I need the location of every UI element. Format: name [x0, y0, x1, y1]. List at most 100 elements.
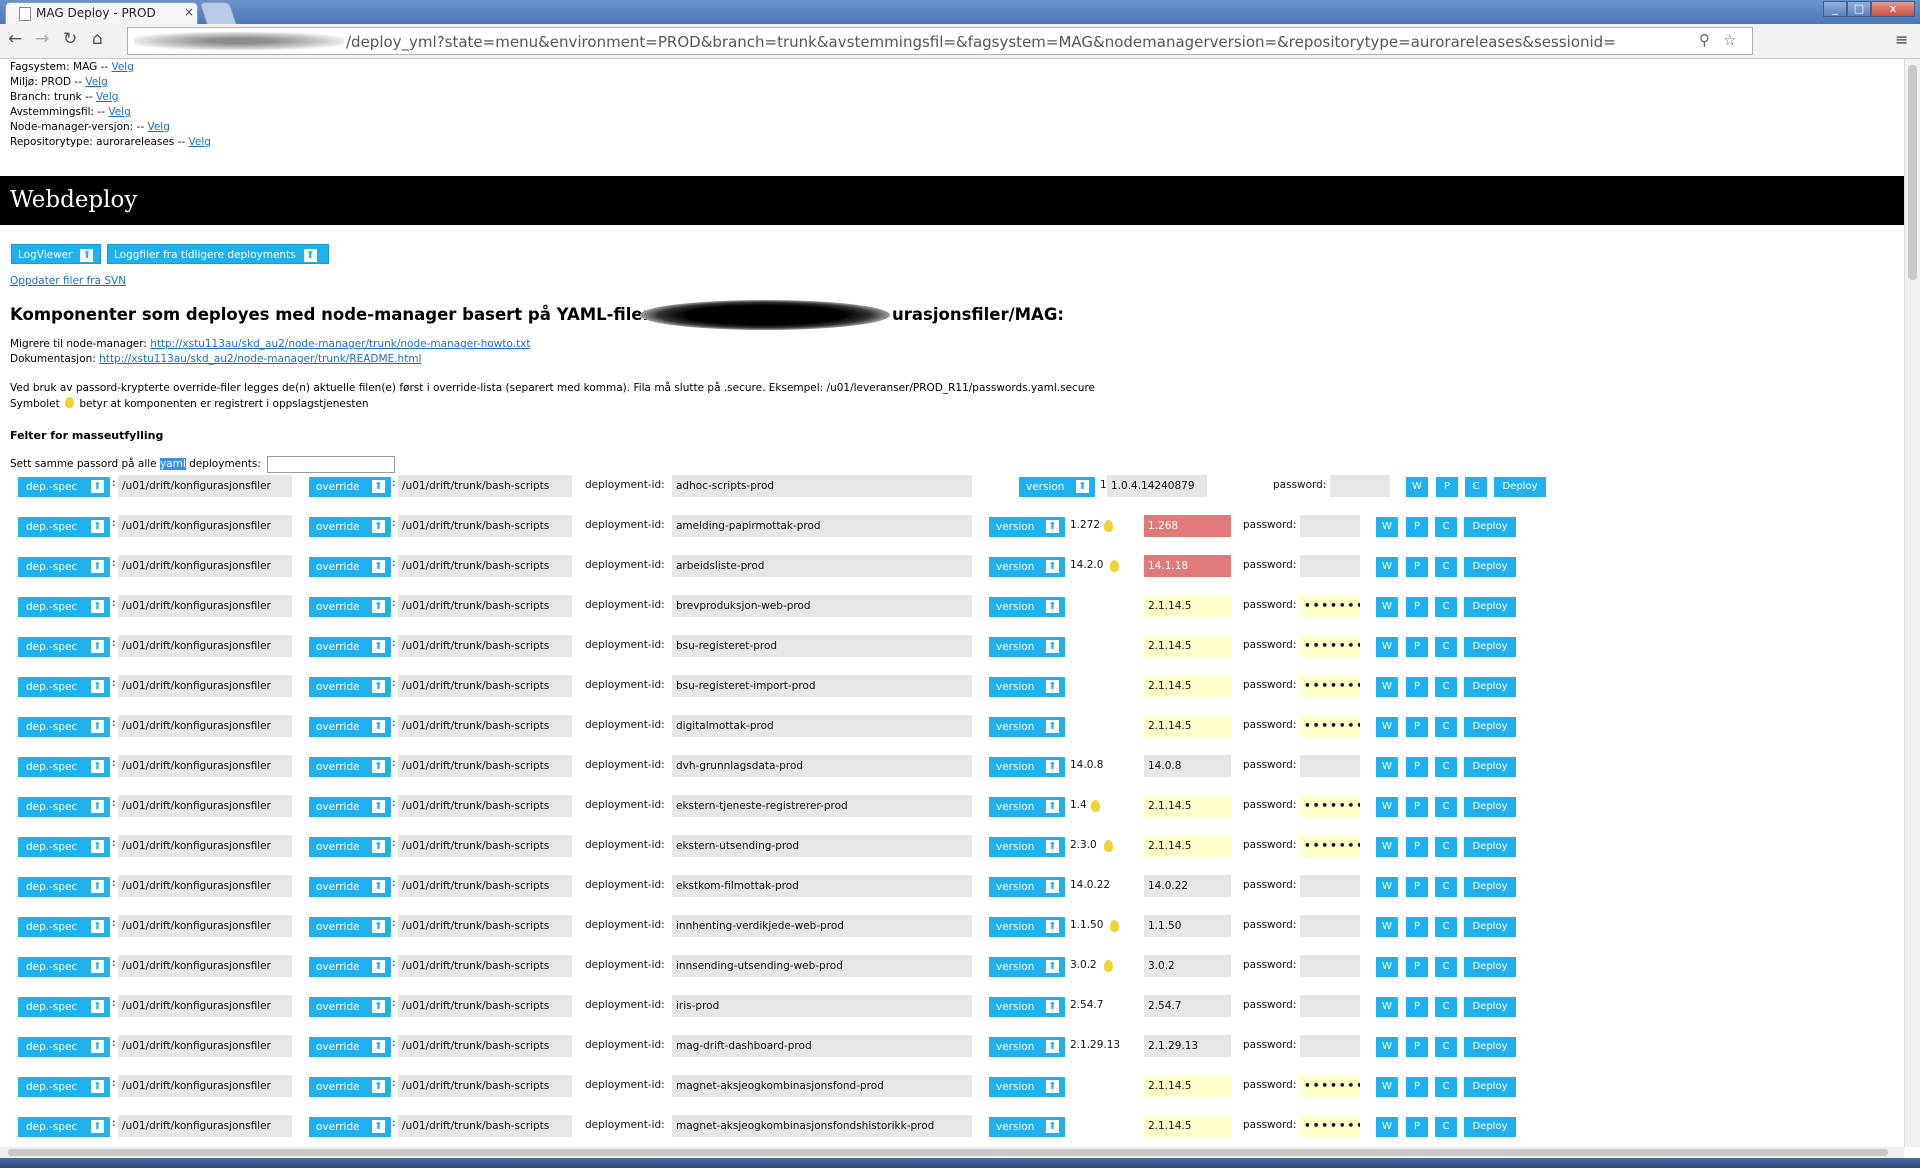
- password-field[interactable]: •••••••: [1300, 795, 1360, 817]
- override-path-field[interactable]: /u01/drift/trunk/bash-scripts: [398, 1115, 572, 1137]
- password-button[interactable]: P: [1406, 877, 1428, 897]
- override-path-field[interactable]: /u01/drift/trunk/bash-scripts: [398, 955, 572, 977]
- velg-link[interactable]: Velg: [108, 106, 130, 118]
- password-button[interactable]: P: [1406, 797, 1428, 817]
- depspec-button[interactable]: dep.-spec ⬆: [18, 557, 110, 577]
- forward-arrow-icon[interactable]: →: [35, 29, 49, 49]
- override-button[interactable]: override ⬆: [309, 957, 391, 977]
- clear-button[interactable]: C: [1435, 997, 1457, 1017]
- target-version-field[interactable]: 1.268: [1144, 515, 1231, 537]
- override-path-field[interactable]: /u01/drift/trunk/bash-scripts: [398, 595, 572, 617]
- clear-button[interactable]: C: [1435, 957, 1457, 977]
- password-field[interactable]: •••••••: [1300, 1075, 1360, 1097]
- depspec-path-field[interactable]: /u01/drift/konfigurasjonsfiler: [118, 795, 292, 817]
- depspec-path-field[interactable]: /u01/drift/konfigurasjonsfiler: [118, 675, 292, 697]
- password-field[interactable]: •••••••: [1300, 1115, 1360, 1137]
- deployment-id-field[interactable]: bsu-registeret-prod: [672, 635, 972, 657]
- logviewer-button[interactable]: LogViewer ⬆: [11, 244, 101, 264]
- deploy-button[interactable]: Deploy: [1464, 637, 1516, 657]
- target-version-field[interactable]: 2.1.14.5: [1144, 835, 1231, 857]
- home-icon[interactable]: ⌂: [92, 29, 103, 49]
- version-button[interactable]: version ⬆: [989, 637, 1065, 657]
- depspec-button[interactable]: dep.-spec ⬆: [18, 757, 110, 777]
- version-button[interactable]: version ⬆: [989, 837, 1065, 857]
- scroll-thumb[interactable]: [8, 1149, 1888, 1156]
- migrate-link[interactable]: http://xstu113au/skd_au2/node-manager/tr…: [150, 338, 530, 350]
- deploy-button[interactable]: Deploy: [1464, 597, 1516, 617]
- target-version-field[interactable]: 14.0.22: [1144, 875, 1231, 897]
- depspec-path-field[interactable]: /u01/drift/konfigurasjonsfiler: [118, 955, 292, 977]
- deploy-button[interactable]: Deploy: [1464, 1077, 1516, 1097]
- version-button[interactable]: version ⬆: [989, 517, 1065, 537]
- depspec-button[interactable]: dep.-spec ⬆: [18, 1077, 110, 1097]
- deploy-button[interactable]: Deploy: [1464, 917, 1516, 937]
- password-field[interactable]: [1300, 995, 1360, 1017]
- write-button[interactable]: W: [1376, 797, 1398, 817]
- override-button[interactable]: override ⬆: [309, 917, 391, 937]
- deployment-id-field[interactable]: brevproduksjon-web-prod: [672, 595, 972, 617]
- password-button[interactable]: P: [1406, 1037, 1428, 1057]
- target-version-field[interactable]: 2.1.14.5: [1144, 715, 1231, 737]
- password-button[interactable]: P: [1406, 1117, 1428, 1137]
- depspec-path-field[interactable]: /u01/drift/konfigurasjonsfiler: [118, 1075, 292, 1097]
- browser-menu-icon[interactable]: ≡: [1895, 30, 1908, 49]
- write-button[interactable]: W: [1376, 1117, 1398, 1137]
- depspec-button[interactable]: dep.-spec ⬆: [18, 477, 110, 497]
- override-button[interactable]: override ⬆: [309, 757, 391, 777]
- write-button[interactable]: W: [1376, 517, 1398, 537]
- version-button[interactable]: version ⬆: [989, 597, 1065, 617]
- password-button[interactable]: P: [1406, 997, 1428, 1017]
- address-bar[interactable]: /deploy_yml?state=menu&environment=PROD&…: [127, 27, 1753, 55]
- velg-link[interactable]: Velg: [96, 91, 118, 103]
- write-button[interactable]: W: [1376, 557, 1398, 577]
- deploy-button[interactable]: Deploy: [1464, 757, 1516, 777]
- target-version-field[interactable]: 3.0.2: [1144, 955, 1231, 977]
- deployment-id-field[interactable]: amelding-papirmottak-prod: [672, 515, 972, 537]
- tab-active[interactable]: MAG Deploy - PROD ×: [5, 2, 198, 24]
- clear-button[interactable]: C: [1435, 757, 1457, 777]
- override-button[interactable]: override ⬆: [309, 717, 391, 737]
- password-button[interactable]: P: [1406, 957, 1428, 977]
- override-button[interactable]: override ⬆: [309, 1077, 391, 1097]
- deployment-id-field[interactable]: mag-drift-dashboard-prod: [672, 1035, 972, 1057]
- deploy-button[interactable]: Deploy: [1464, 877, 1516, 897]
- version-button[interactable]: version ⬆: [989, 677, 1065, 697]
- password-button[interactable]: P: [1406, 917, 1428, 937]
- override-path-field[interactable]: /u01/drift/trunk/bash-scripts: [398, 475, 572, 497]
- clear-button[interactable]: C: [1435, 1077, 1457, 1097]
- target-version-field[interactable]: 2.1.14.5: [1144, 1075, 1231, 1097]
- deployment-id-field[interactable]: digitalmottak-prod: [672, 715, 972, 737]
- deploy-button[interactable]: Deploy: [1464, 677, 1516, 697]
- depspec-button[interactable]: dep.-spec ⬆: [18, 677, 110, 697]
- override-button[interactable]: override ⬆: [309, 677, 391, 697]
- version-button[interactable]: version ⬆: [989, 957, 1065, 977]
- override-button[interactable]: override ⬆: [309, 477, 391, 497]
- deploy-button[interactable]: Deploy: [1464, 1037, 1516, 1057]
- write-button[interactable]: W: [1376, 997, 1398, 1017]
- override-path-field[interactable]: /u01/drift/trunk/bash-scripts: [398, 675, 572, 697]
- deploy-button[interactable]: Deploy: [1464, 797, 1516, 817]
- depspec-button[interactable]: dep.-spec ⬆: [18, 717, 110, 737]
- override-path-field[interactable]: /u01/drift/trunk/bash-scripts: [398, 835, 572, 857]
- deployment-id-field[interactable]: dvh-grunnlagsdata-prod: [672, 755, 972, 777]
- override-button[interactable]: override ⬆: [309, 1037, 391, 1057]
- password-button[interactable]: P: [1436, 477, 1458, 497]
- override-path-field[interactable]: /u01/drift/trunk/bash-scripts: [398, 555, 572, 577]
- version-button[interactable]: version ⬆: [1019, 477, 1095, 497]
- password-field[interactable]: [1300, 955, 1360, 977]
- password-field[interactable]: [1300, 915, 1360, 937]
- deploy-button[interactable]: Deploy: [1494, 477, 1546, 497]
- override-button[interactable]: override ⬆: [309, 597, 391, 617]
- target-version-field[interactable]: 1.0.4.14240879: [1107, 475, 1207, 497]
- password-field[interactable]: [1300, 555, 1360, 577]
- override-button[interactable]: override ⬆: [309, 837, 391, 857]
- deploy-button[interactable]: Deploy: [1464, 557, 1516, 577]
- deploy-button[interactable]: Deploy: [1464, 957, 1516, 977]
- password-button[interactable]: P: [1406, 557, 1428, 577]
- bookmark-star-icon[interactable]: ☆: [1723, 31, 1736, 49]
- override-path-field[interactable]: /u01/drift/trunk/bash-scripts: [398, 875, 572, 897]
- override-button[interactable]: override ⬆: [309, 877, 391, 897]
- override-button[interactable]: override ⬆: [309, 1117, 391, 1137]
- velg-link[interactable]: Velg: [189, 136, 211, 148]
- password-field[interactable]: [1300, 755, 1360, 777]
